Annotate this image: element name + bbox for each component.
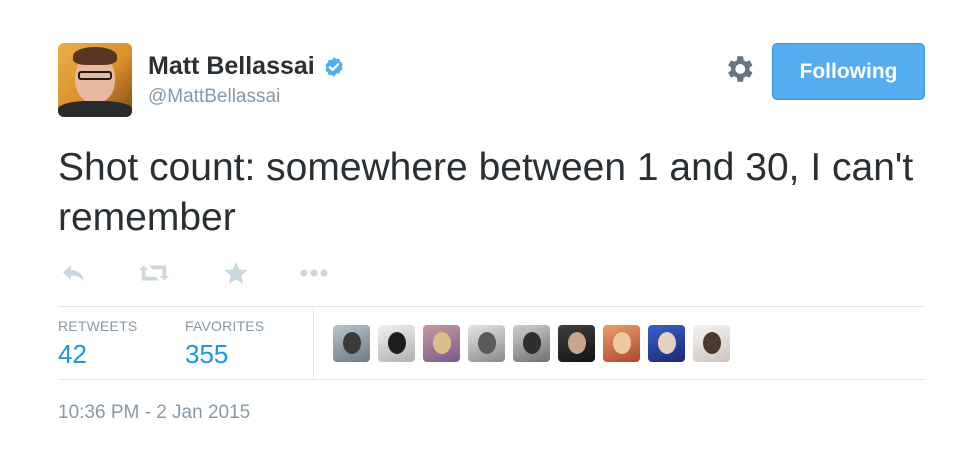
divider-top (58, 306, 925, 307)
user-handle[interactable]: @MattBellassai (148, 86, 280, 108)
favoriter-avatar[interactable] (333, 325, 370, 362)
favoriters-avatars (333, 325, 730, 362)
avatar-shirt (58, 101, 132, 117)
favoriter-avatar[interactable] (648, 325, 685, 362)
display-name[interactable]: Matt Bellassai (148, 52, 315, 81)
favorites-stat[interactable]: FAVORITES 355 (185, 318, 264, 370)
favorites-count[interactable]: 355 (185, 339, 264, 370)
gear-icon[interactable] (722, 52, 756, 86)
divider-bottom (58, 379, 925, 380)
favoriter-avatar[interactable] (693, 325, 730, 362)
star-icon[interactable] (220, 258, 252, 288)
favoriter-avatar[interactable] (423, 325, 460, 362)
profile-avatar[interactable] (58, 43, 132, 117)
retweets-label: RETWEETS (58, 318, 138, 334)
more-dots-icon[interactable] (298, 258, 330, 288)
verified-badge-icon (325, 56, 343, 77)
retweet-icon[interactable] (138, 258, 170, 288)
favorites-label: FAVORITES (185, 318, 265, 334)
favoriter-avatar[interactable] (378, 325, 415, 362)
display-name-row[interactable]: Matt Bellassai (148, 52, 345, 81)
favoriter-avatar[interactable] (513, 325, 550, 362)
avatar-hair (73, 47, 117, 65)
favoriter-avatar[interactable] (468, 325, 505, 362)
favoriter-avatar[interactable] (558, 325, 595, 362)
retweets-stat[interactable]: RETWEETS 42 (58, 318, 137, 370)
reply-icon[interactable] (58, 258, 90, 288)
stats-vertical-divider (313, 308, 314, 379)
avatar-glasses (78, 71, 112, 80)
retweets-count[interactable]: 42 (58, 339, 137, 370)
tweet-text: Shot count: somewhere between 1 and 30, … (58, 146, 914, 239)
tweet-timestamp[interactable]: 10:36 PM - 2 Jan 2015 (58, 402, 250, 424)
favoriter-avatar[interactable] (603, 325, 640, 362)
following-button[interactable]: Following (772, 43, 925, 100)
